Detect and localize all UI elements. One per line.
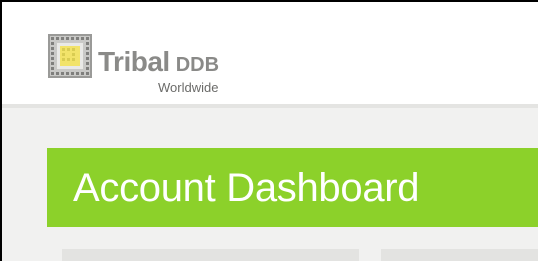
page-title: Account Dashboard (73, 166, 420, 210)
brand-name-main: Tribal (98, 46, 170, 77)
brand-logo[interactable]: Tribal DDB Worldwide (48, 34, 248, 98)
brand-tagline: Worldwide (158, 80, 219, 95)
dashboard-panel-left (62, 249, 359, 261)
site-header: Tribal DDB Worldwide (2, 2, 538, 104)
brand-name-suffix: DDB (175, 54, 220, 76)
brand-name: Tribal DDB (98, 46, 219, 78)
dashboard-panel-right (381, 249, 538, 261)
header-divider (2, 104, 538, 108)
browser-viewport: Tribal DDB Worldwide Account Dashboard (2, 2, 538, 261)
tribal-grid-logo-icon (48, 34, 92, 78)
page-title-banner: Account Dashboard (47, 148, 538, 227)
